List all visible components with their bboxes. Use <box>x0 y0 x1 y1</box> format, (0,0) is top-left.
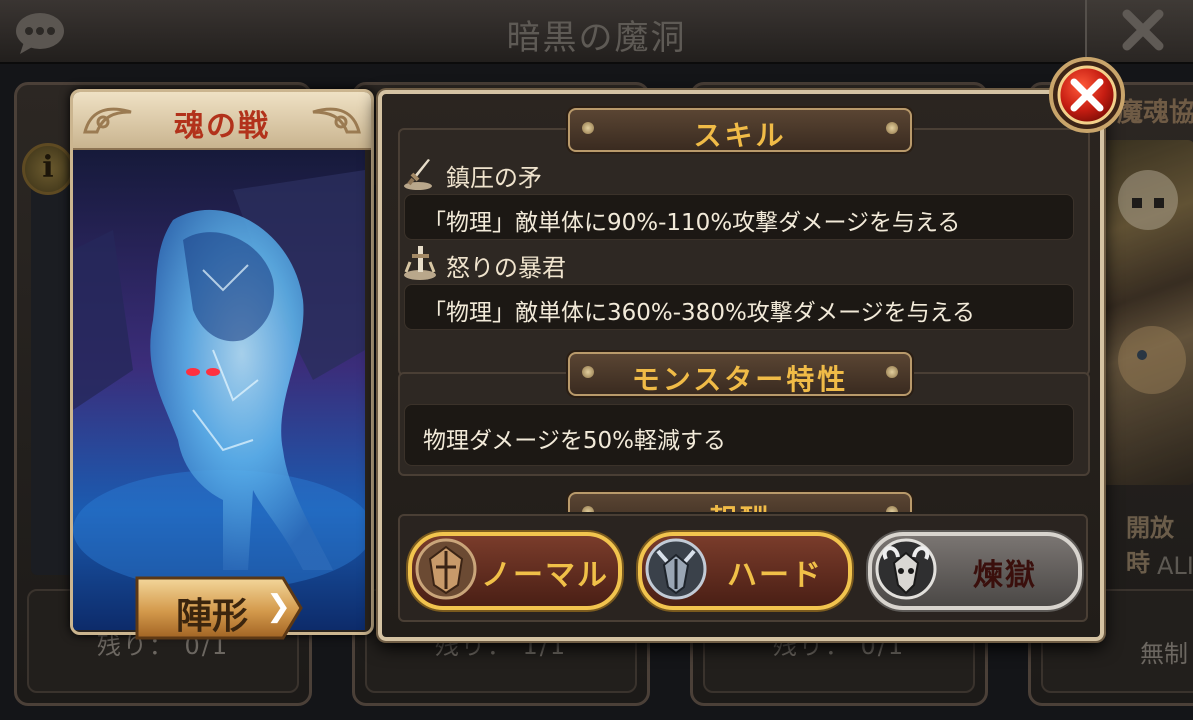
skill-name: 鎮圧の矛 <box>446 164 542 192</box>
skill-description: 「物理」敵単体に360%-380%攻撃ダメージを与える <box>423 300 975 326</box>
top-bar: 暗黒の魔洞 <box>0 0 1193 64</box>
bronze-helmet-icon <box>415 538 477 600</box>
trait-description: 物理ダメージを50%軽減する <box>423 428 726 454</box>
difficulty-selector: ノーマル ハード 煉獄 <box>398 514 1088 622</box>
page-title: 暗黒の魔洞 <box>506 18 687 58</box>
silver-helmet-icon <box>645 538 707 600</box>
right-card-art <box>1102 140 1193 485</box>
skill-description-box: 「物理」敵単体に90%-110%攻撃ダメージを与える <box>404 194 1074 240</box>
card-header: 魂の戦 <box>73 92 371 150</box>
trait-description-box: 物理ダメージを50%軽減する <box>404 404 1074 466</box>
ram-skull-icon <box>875 538 937 600</box>
info-icon[interactable]: i <box>22 143 74 195</box>
chevron-right-icon: ❯ <box>266 589 292 624</box>
difficulty-purgatory-label: 煉獄 <box>973 558 1037 593</box>
open-time-value: ALI <box>1157 552 1193 580</box>
difficulty-purgatory-button[interactable]: 煉獄 <box>868 532 1082 610</box>
difficulty-hard-label: ハード <box>727 558 823 593</box>
close-icon <box>1122 9 1164 51</box>
sword-icon <box>404 159 432 190</box>
sword-stand-icon <box>404 246 436 280</box>
formation-button-label: 陣形 <box>176 596 249 637</box>
remaining-count: 無制 <box>1140 640 1188 668</box>
popup-close-button[interactable] <box>1048 56 1126 134</box>
stage-info-popup: スキル 鎮圧の矛 「物理」敵単体に90%-110%攻撃ダメージを与える 怒りの暴… <box>378 90 1104 641</box>
trait-header: モンスター特性 <box>568 352 912 396</box>
skills-header: スキル <box>568 108 912 152</box>
window-close-button[interactable] <box>1085 0 1193 62</box>
reward-header: 報酬 <box>568 492 912 512</box>
skill-description-box: 「物理」敵単体に360%-380%攻撃ダメージを与える <box>404 284 1074 330</box>
right-card-title: 魔魂協 <box>1117 98 1193 128</box>
card-title: 魂の戦 <box>174 109 270 144</box>
selected-stage-card[interactable]: 魂の戦 <box>70 89 374 635</box>
reward-section-clip: 報酬 <box>398 482 1086 512</box>
difficulty-hard-button[interactable]: ハード <box>638 532 852 610</box>
skill-name: 怒りの暴君 <box>446 254 566 282</box>
difficulty-normal-label: ノーマル <box>481 558 609 593</box>
ice-monster-art <box>73 150 365 630</box>
skill-description: 「物理」敵単体に90%-110%攻撃ダメージを与える <box>423 210 961 236</box>
difficulty-normal-button[interactable]: ノーマル <box>408 532 622 610</box>
